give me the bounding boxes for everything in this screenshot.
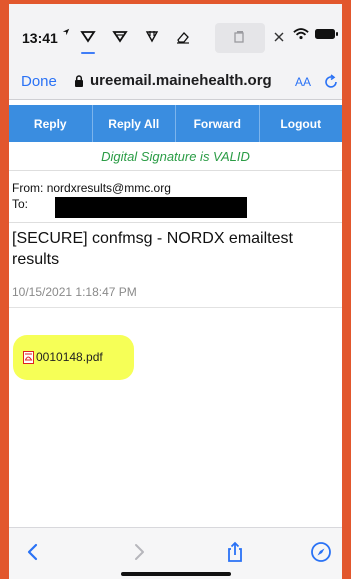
eraser-icon[interactable] (175, 29, 191, 45)
redacted-recipient (55, 197, 247, 218)
url-field[interactable]: ureemail.mainehealth.org (90, 72, 272, 89)
pdf-file-icon (23, 351, 34, 364)
message-subject: [SECURE] confmsg - NORDX emailtest resul… (12, 230, 293, 268)
reply-button[interactable]: Reply (9, 105, 93, 142)
active-tool-underline (81, 52, 95, 54)
from-row: From: nordxresults@mmc.org (12, 181, 171, 195)
divider (9, 170, 342, 171)
signature-status: Digital Signature is VALID (101, 149, 250, 164)
message-date: 10/15/2021 1:18:47 PM (12, 285, 137, 299)
done-button[interactable]: Done (21, 73, 57, 90)
compass-icon[interactable] (309, 540, 333, 564)
divider (9, 222, 342, 223)
filter-strike-icon[interactable] (144, 29, 160, 45)
to-label: To: (12, 197, 29, 211)
reload-icon[interactable] (323, 74, 339, 90)
status-bar: 13:41 (9, 4, 342, 62)
from-label: From: (12, 181, 44, 195)
reply-all-button[interactable]: Reply All (93, 105, 176, 142)
forward-button[interactable]: Forward (176, 105, 260, 142)
to-row: To: (12, 197, 28, 211)
close-icon[interactable] (271, 29, 287, 45)
status-time: 13:41 (22, 30, 58, 46)
logout-button[interactable]: Logout (260, 105, 343, 142)
divider (9, 307, 342, 308)
back-icon[interactable] (21, 540, 45, 564)
wifi-icon (293, 28, 309, 40)
from-address: nordxresults@mmc.org (46, 181, 171, 195)
message-action-bar: Reply Reply All Forward Logout (9, 105, 342, 142)
lock-icon (75, 75, 83, 87)
battery-icon (315, 29, 338, 39)
attachment-link[interactable]: 0010148.pdf (36, 350, 103, 364)
filter-outline-icon[interactable] (112, 29, 128, 45)
home-indicator (121, 572, 231, 576)
forward-icon[interactable] (127, 540, 151, 564)
share-icon[interactable] (223, 540, 247, 564)
filter-icon[interactable] (80, 29, 96, 45)
attachment-highlight[interactable]: 0010148.pdf (13, 335, 134, 380)
text-size-button[interactable]: AA (295, 75, 311, 89)
copy-icon[interactable] (231, 29, 247, 45)
address-bar: Done ureemail.mainehealth.org AA (9, 62, 342, 100)
phone-screen: 13:41 Done ureemail.mainehealth.org AA R… (9, 4, 342, 579)
location-arrow-icon (62, 28, 70, 36)
